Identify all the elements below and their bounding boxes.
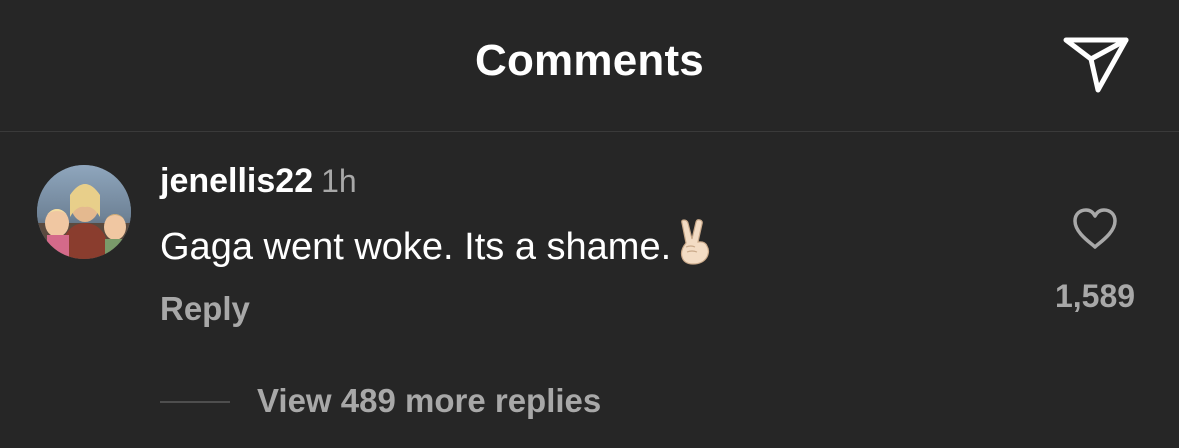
like-count: 1,589 bbox=[1054, 278, 1136, 314]
comment-username[interactable]: jenellis22 bbox=[160, 162, 313, 200]
victory-hand-emoji bbox=[675, 219, 715, 275]
avatar[interactable] bbox=[37, 165, 131, 259]
like-button[interactable] bbox=[1070, 205, 1120, 253]
reply-button[interactable]: Reply bbox=[160, 290, 250, 328]
share-button[interactable] bbox=[1058, 32, 1134, 98]
heart-outline-icon bbox=[1073, 208, 1117, 249]
comment-time: 1h bbox=[321, 163, 357, 199]
comments-screen: Comments jenellis22 1h Gaga went woke. I… bbox=[0, 0, 1179, 448]
comment-header: jenellis22 1h bbox=[160, 162, 357, 201]
avatar-photo bbox=[37, 165, 131, 259]
replies-divider bbox=[160, 401, 230, 403]
comment-text: Gaga went woke. Its a shame. bbox=[160, 226, 672, 268]
paper-plane-icon bbox=[1063, 37, 1129, 93]
view-more-replies-button[interactable]: View 489 more replies bbox=[257, 382, 601, 420]
comments-header: Comments bbox=[0, 0, 1179, 132]
page-title: Comments bbox=[475, 36, 704, 85]
comment-body: Gaga went woke. Its a shame. bbox=[160, 219, 715, 275]
